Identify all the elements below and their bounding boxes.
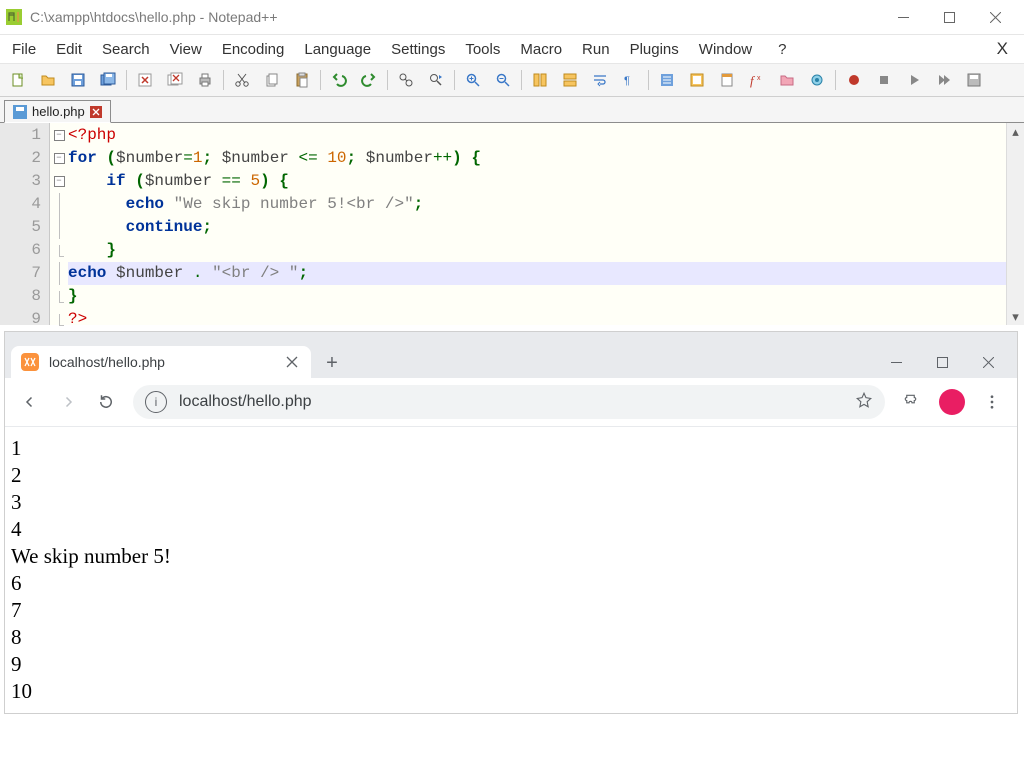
close-all-icon[interactable] xyxy=(162,67,188,93)
open-file-icon[interactable] xyxy=(35,67,61,93)
close-button[interactable] xyxy=(972,3,1018,31)
code-area[interactable]: <?phpfor ($number=1; $number <= 10; $num… xyxy=(68,123,1006,325)
site-info-icon[interactable]: i xyxy=(145,391,167,413)
cut-icon[interactable] xyxy=(229,67,255,93)
notepadpp-app-icon xyxy=(6,9,22,25)
record-macro-icon[interactable] xyxy=(841,67,867,93)
browser-maximize-button[interactable] xyxy=(919,346,965,378)
doc-map-icon[interactable] xyxy=(714,67,740,93)
profile-avatar[interactable] xyxy=(939,389,965,415)
tab-close-icon[interactable] xyxy=(285,355,299,369)
menu-file[interactable]: File xyxy=(2,38,46,61)
minimize-button[interactable] xyxy=(880,3,926,31)
find-icon[interactable] xyxy=(393,67,419,93)
replace-icon[interactable] xyxy=(423,67,449,93)
func-list-icon[interactable]: fx xyxy=(744,67,770,93)
stop-macro-icon[interactable] xyxy=(871,67,897,93)
menu-run[interactable]: Run xyxy=(572,38,620,61)
forward-button[interactable] xyxy=(51,385,85,419)
save-icon[interactable] xyxy=(65,67,91,93)
play-macro-icon[interactable] xyxy=(901,67,927,93)
menu-window[interactable]: Window xyxy=(689,38,762,61)
back-button[interactable] xyxy=(13,385,47,419)
menu-tools[interactable]: Tools xyxy=(455,38,510,61)
vertical-scrollbar[interactable]: ▴ ▾ xyxy=(1006,123,1024,325)
scroll-up-icon[interactable]: ▴ xyxy=(1007,123,1024,140)
code-editor[interactable]: 123456789 −−− <?phpfor ($number=1; $numb… xyxy=(0,123,1024,331)
browser-tabbar: localhost/hello.php + xyxy=(5,332,1017,378)
menu-edit[interactable]: Edit xyxy=(46,38,92,61)
play-multi-icon[interactable] xyxy=(931,67,957,93)
bookmark-star-icon[interactable] xyxy=(855,391,873,414)
xampp-favicon xyxy=(21,353,39,371)
menu-kebab-icon[interactable] xyxy=(975,385,1009,419)
url-text: localhost/hello.php xyxy=(179,393,855,411)
menu-language[interactable]: Language xyxy=(294,38,381,61)
browser-toolbar: i localhost/hello.php xyxy=(5,378,1017,427)
npp-titlebar: C:\xampp\htdocs\hello.php - Notepad++ xyxy=(0,0,1024,35)
npp-menubar: File Edit Search View Encoding Language … xyxy=(0,35,1024,63)
window-title: C:\xampp\htdocs\hello.php - Notepad++ xyxy=(30,9,278,25)
save-all-icon[interactable] xyxy=(95,67,121,93)
address-bar[interactable]: i localhost/hello.php xyxy=(133,385,885,419)
scroll-down-icon[interactable]: ▾ xyxy=(1007,308,1024,325)
browser-close-button[interactable] xyxy=(965,346,1011,378)
page-content: 1234We skip number 5!678910 xyxy=(5,427,1017,713)
svg-text:¶: ¶ xyxy=(624,75,630,87)
menu-settings[interactable]: Settings xyxy=(381,38,455,61)
menu-plugins[interactable]: Plugins xyxy=(620,38,689,61)
svg-text:f: f xyxy=(750,73,756,88)
svg-text:x: x xyxy=(757,75,761,82)
zoom-in-icon[interactable] xyxy=(460,67,486,93)
line-number-gutter: 123456789 xyxy=(0,123,50,325)
menu-encoding[interactable]: Encoding xyxy=(212,38,295,61)
npp-file-tabs: hello.php xyxy=(0,97,1024,123)
browser-tab-title: localhost/hello.php xyxy=(49,354,275,370)
folder-workspace-icon[interactable] xyxy=(774,67,800,93)
all-chars-icon[interactable]: ¶ xyxy=(617,67,643,93)
fold-column[interactable]: −−− xyxy=(50,123,68,325)
tab-close-icon[interactable] xyxy=(90,106,102,118)
new-file-icon[interactable] xyxy=(5,67,31,93)
paste-icon[interactable] xyxy=(289,67,315,93)
menu-search[interactable]: Search xyxy=(92,38,160,61)
browser-tab[interactable]: localhost/hello.php xyxy=(11,346,311,378)
udl-icon[interactable] xyxy=(684,67,710,93)
redo-icon[interactable] xyxy=(356,67,382,93)
maximize-button[interactable] xyxy=(926,3,972,31)
file-tab-label: hello.php xyxy=(32,104,85,119)
undo-icon[interactable] xyxy=(326,67,352,93)
extensions-icon[interactable] xyxy=(895,385,929,419)
sync-horiz-icon[interactable] xyxy=(557,67,583,93)
menu-macro[interactable]: Macro xyxy=(510,38,572,61)
reload-button[interactable] xyxy=(89,385,123,419)
saved-file-icon xyxy=(13,105,27,119)
menu-view[interactable]: View xyxy=(160,38,212,61)
wordwrap-icon[interactable] xyxy=(587,67,613,93)
monitor-icon[interactable] xyxy=(804,67,830,93)
zoom-out-icon[interactable] xyxy=(490,67,516,93)
indent-guide-icon[interactable] xyxy=(654,67,680,93)
menu-help[interactable]: ? xyxy=(768,38,796,61)
file-tab-hello[interactable]: hello.php xyxy=(4,100,111,123)
close-file-icon[interactable] xyxy=(132,67,158,93)
print-icon[interactable] xyxy=(192,67,218,93)
mdi-close-button[interactable]: X xyxy=(985,36,1020,62)
browser-minimize-button[interactable] xyxy=(873,346,919,378)
save-macro-icon[interactable] xyxy=(961,67,987,93)
copy-icon[interactable] xyxy=(259,67,285,93)
new-tab-button[interactable]: + xyxy=(317,348,347,378)
sync-vert-icon[interactable] xyxy=(527,67,553,93)
npp-toolbar: ¶ fx xyxy=(0,63,1024,97)
